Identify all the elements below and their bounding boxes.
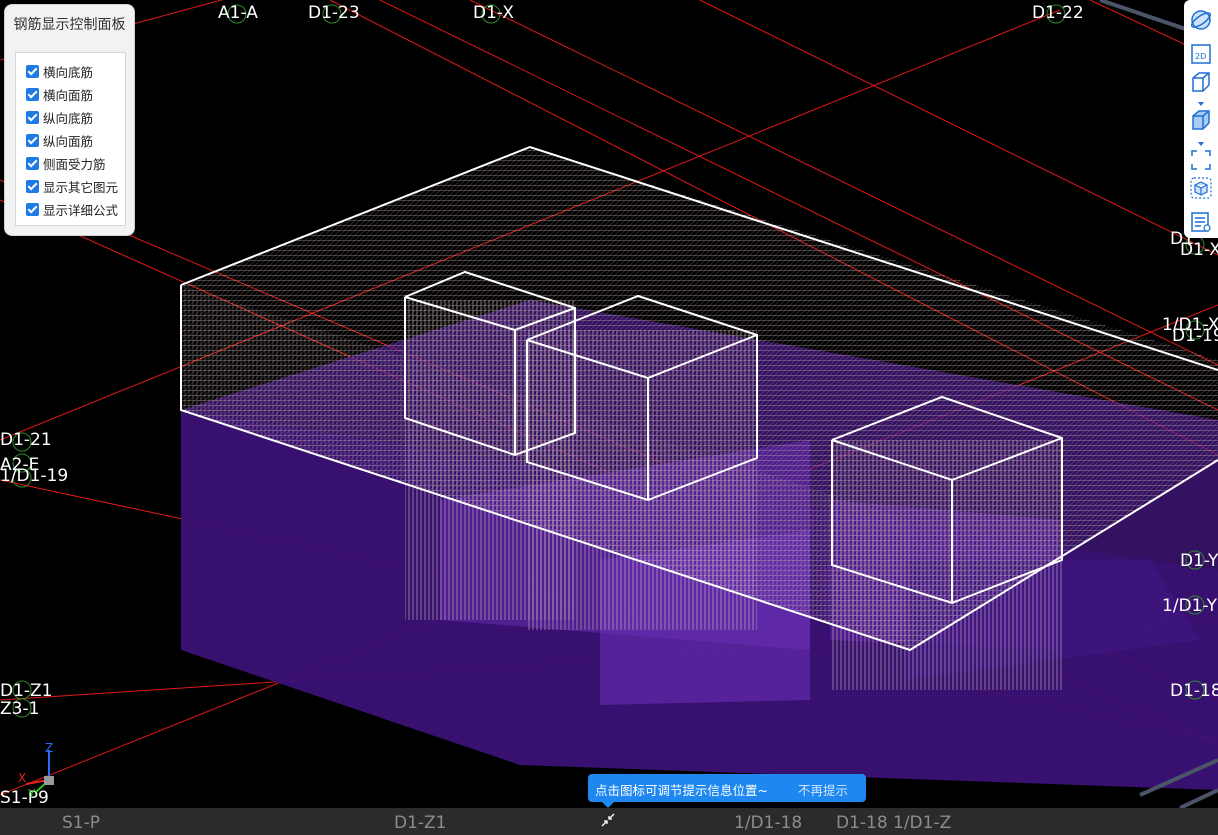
checkbox[interactable] <box>26 179 39 193</box>
checkbox-label: 横向面筋 <box>43 87 94 103</box>
axis-label-d1-18-bottom: D1-18 <box>836 813 888 833</box>
chevron-down-icon[interactable] <box>1189 92 1213 106</box>
axis-label-1-d1-18: 1/D1-18 <box>734 813 803 833</box>
checkbox-label: 显示详细公式 <box>43 202 119 218</box>
2d-view-text: 2D <box>1195 52 1206 61</box>
axis-triad: Z X Y <box>18 741 54 800</box>
checkbox[interactable] <box>26 156 39 170</box>
axis-label-1-d1-19: 1/D1-19 <box>0 466 69 486</box>
list-view-icon[interactable] <box>1189 210 1213 234</box>
hint-tooltip[interactable]: 点击图标可调节提示信息位置~ 不再提示 <box>588 774 866 808</box>
checkbox[interactable] <box>26 64 39 78</box>
axis-label-z3-1: Z3-1 <box>0 699 40 719</box>
axis-label-d1-23: D1-23 <box>308 3 360 23</box>
axis-label-1-d1-z: 1/D1-Z <box>893 813 952 833</box>
view-toolbar: 2D <box>1184 0 1218 238</box>
triad-x-label: X <box>18 771 26 785</box>
axis-label-d1-18-right: D1-18 <box>1170 681 1218 701</box>
panel-checkbox-group: 横向底筋 横向面筋 纵向底筋 纵向面筋 侧面受力筋 显示其它图元 显示详细公式 <box>15 52 126 226</box>
checkbox-row-transverse-top[interactable]: 横向面筋 <box>26 84 93 104</box>
axis-label-a1-a: A1-A <box>218 3 258 23</box>
checkbox-label: 侧面受力筋 <box>43 156 106 172</box>
chevron-down-icon[interactable] <box>1189 132 1213 146</box>
checkbox[interactable] <box>26 133 39 147</box>
dont-show-again-link[interactable]: 不再提示 <box>798 780 848 799</box>
checkbox[interactable] <box>26 202 39 216</box>
checkbox-row-other-elements[interactable]: 显示其它图元 <box>26 176 118 196</box>
3d-box-icon[interactable] <box>1189 176 1213 200</box>
panel-title: 钢筋显示控制面板 <box>13 17 126 33</box>
axis-label-d1-22: D1-22 <box>1032 3 1084 23</box>
checkbox[interactable] <box>26 110 39 124</box>
hint-message: 点击图标可调节提示信息位置~ <box>595 783 768 798</box>
checkbox-label: 显示其它图元 <box>43 179 119 195</box>
axis-label-d1-z1: D1-Z1 <box>0 681 53 701</box>
axis-label-s1-p: S1-P <box>62 813 100 833</box>
solid-cube-icon[interactable] <box>1189 108 1213 132</box>
collapse-icon[interactable] <box>600 812 616 828</box>
checkbox-row-side-stress[interactable]: 侧面受力筋 <box>26 153 106 173</box>
triad-z-label: Z <box>45 741 53 755</box>
2d-view-icon[interactable]: 2D <box>1189 42 1213 66</box>
checkbox-label: 纵向底筋 <box>43 110 94 126</box>
axis-label-d1-19-right: D1-19 <box>1172 326 1218 346</box>
axis-label-d1-x: D1-X <box>473 3 514 23</box>
checkbox-row-longitudinal-top[interactable]: 纵向面筋 <box>26 130 93 150</box>
checkbox-label: 横向底筋 <box>43 64 94 80</box>
axis-label-d1-21: D1-21 <box>0 430 52 450</box>
checkbox-row-detail-formula[interactable]: 显示详细公式 <box>26 199 118 219</box>
rebar-display-control-panel: 钢筋显示控制面板 横向底筋 横向面筋 纵向底筋 纵向面筋 侧面受力筋 显示其它图… <box>4 4 135 236</box>
axis-label-d1-z1-bottom: D1-Z1 <box>394 813 447 833</box>
triad-y-label: Y <box>27 787 36 800</box>
axis-label-1-d1-y: 1/D1-Y <box>1162 596 1217 616</box>
orbit-icon[interactable] <box>1189 8 1213 32</box>
checkbox-row-longitudinal-bottom[interactable]: 纵向底筋 <box>26 107 93 127</box>
axis-label-d1-y: D1-Y <box>1180 551 1218 571</box>
axis-label-d1-x-right: D1-X <box>1180 240 1218 260</box>
cube-view-icon[interactable] <box>1189 70 1213 94</box>
checkbox-row-transverse-bottom[interactable]: 横向底筋 <box>26 61 93 81</box>
checkbox-label: 纵向面筋 <box>43 133 94 149</box>
3d-viewport[interactable] <box>0 0 1218 835</box>
fullscreen-icon[interactable] <box>1189 148 1213 172</box>
checkbox[interactable] <box>26 87 39 101</box>
